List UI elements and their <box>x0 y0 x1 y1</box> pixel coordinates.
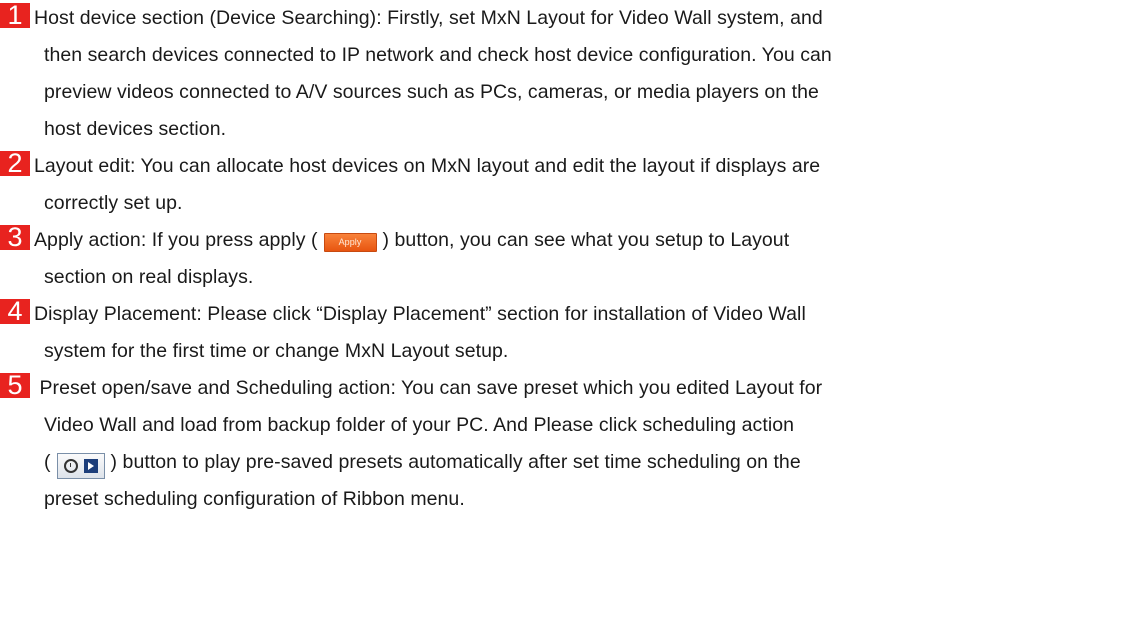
list-item-3: 3 Apply action: If you press apply ( Apply… <box>0 222 1134 296</box>
scheduling-action-button[interactable] <box>56 453 105 479</box>
item-text: host devices section. <box>44 118 227 140</box>
number-badge: 3 <box>0 225 30 250</box>
item-text: Layout edit: You can allocate host devic… <box>34 155 821 177</box>
item-text: system for the first time or change MxN … <box>44 340 509 362</box>
item-text: section on real displays. <box>44 266 254 288</box>
list-item-line: 5 Preset open/save and Scheduling action… <box>0 370 1134 407</box>
manual-page: 1 Host device section (Device Searching):… <box>0 0 1134 644</box>
list-item-line: 4 Display Placement: Please click “Displa… <box>0 296 1134 333</box>
item-text: Display Placement: Please click “Display… <box>34 303 806 325</box>
item-text: ) button to play pre-saved presets autom… <box>110 451 801 473</box>
item-text: ( <box>44 451 51 473</box>
list-item-1: 1 Host device section (Device Searching):… <box>0 0 1134 148</box>
number-badge: 4 <box>0 299 30 324</box>
item-text: ) button, you can see what you setup to … <box>382 229 790 251</box>
item-text: Preset open/save and Scheduling action: … <box>34 377 823 399</box>
apply-button[interactable]: Apply <box>323 233 377 252</box>
list-item-2: 2 Layout edit: You can allocate host devi… <box>0 148 1134 222</box>
list-item-4: 4 Display Placement: Please click “Displa… <box>0 296 1134 370</box>
number-badge: 1 <box>0 3 30 28</box>
play-icon <box>83 459 98 473</box>
item-text: preset scheduling configuration of Ribbo… <box>44 488 465 510</box>
list-item-line: 3 Apply action: If you press apply ( Apply… <box>0 222 1134 259</box>
item-text: preview videos connected to A/V sources … <box>44 81 819 103</box>
alarm-clock-icon <box>63 459 78 473</box>
number-badge: 5 <box>0 373 30 398</box>
list-item-5: 5 Preset open/save and Scheduling action… <box>0 370 1134 518</box>
item-text: Video Wall and load from backup folder o… <box>44 414 795 436</box>
list-item-line: 2 Layout edit: You can allocate host devi… <box>0 148 1134 185</box>
item-text: Host device section (Device Searching): … <box>34 7 823 29</box>
number-badge: 2 <box>0 151 30 176</box>
item-text: then search devices connected to IP netw… <box>44 44 832 66</box>
list-item-line: 1 Host device section (Device Searching):… <box>0 0 1134 37</box>
item-text: Apply action: If you press apply ( <box>34 229 318 251</box>
item-text: correctly set up. <box>44 192 183 214</box>
list-item-line: ( ) button to play pre-saved presets auto… <box>0 444 1134 481</box>
